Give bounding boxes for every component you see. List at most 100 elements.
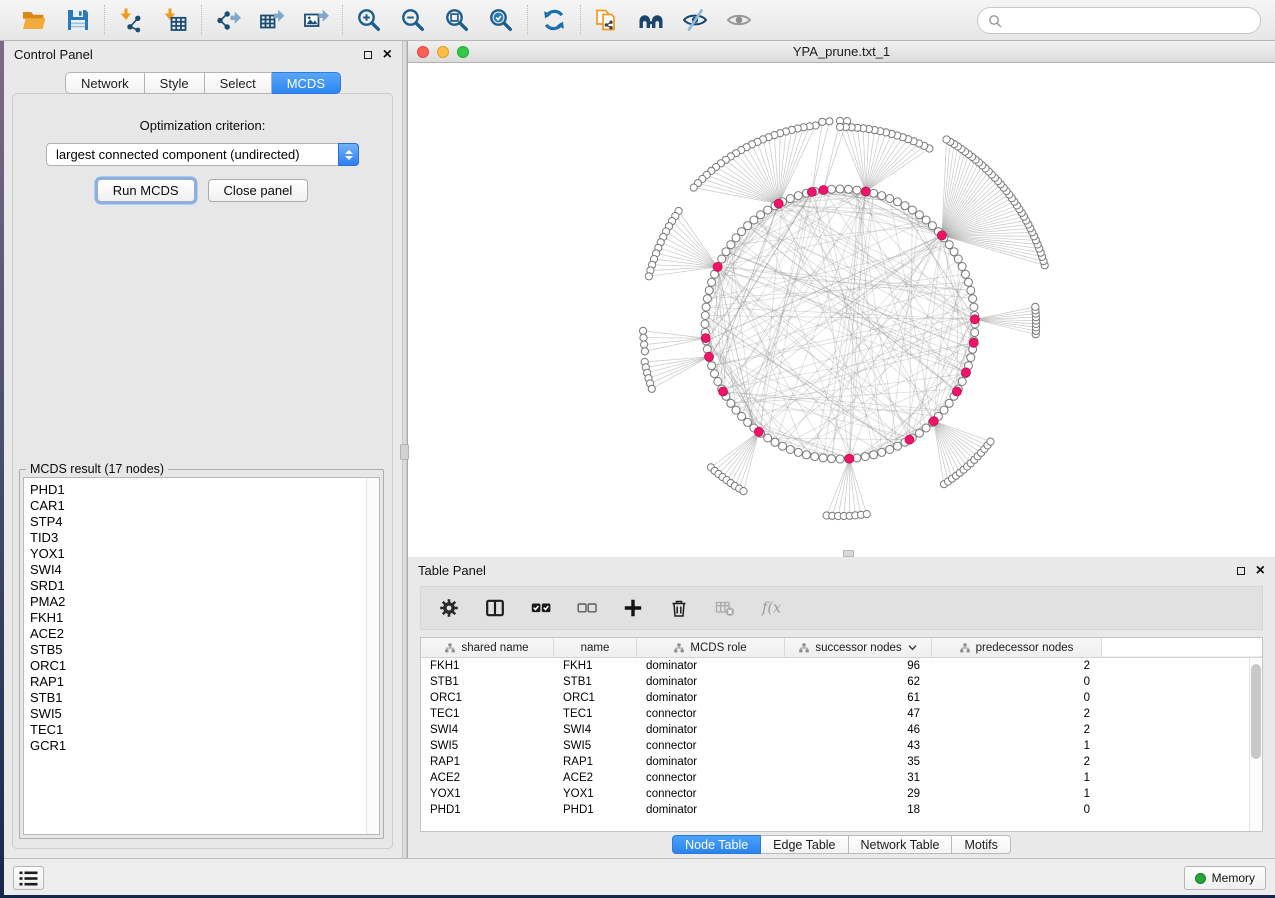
- cell: 1: [932, 788, 1102, 800]
- save-session-button[interactable]: [63, 4, 93, 36]
- import-network-button[interactable]: [116, 4, 146, 36]
- unselect-all-button[interactable]: [576, 597, 598, 619]
- cell: 0: [932, 676, 1102, 688]
- show-all-button[interactable]: [724, 4, 754, 36]
- import-table-button[interactable]: [160, 4, 190, 36]
- mcds-result-item[interactable]: RAP1: [24, 674, 379, 690]
- column-header-shared-name[interactable]: shared name: [421, 638, 554, 657]
- cell: TEC1: [554, 708, 637, 720]
- cell: ORC1: [554, 692, 637, 704]
- table-row[interactable]: RAP1RAP1dominator352: [421, 754, 1262, 770]
- add-column-button[interactable]: [622, 597, 644, 619]
- column-header-mcds-role[interactable]: MCDS role: [637, 638, 785, 657]
- gear-button[interactable]: [438, 597, 460, 619]
- first-neighbors-button[interactable]: [636, 4, 666, 36]
- mcds-result-item[interactable]: FKH1: [24, 610, 379, 626]
- mcds-result-item[interactable]: STB5: [24, 642, 379, 658]
- columns-button[interactable]: [484, 597, 506, 619]
- cell: dominator: [637, 676, 785, 688]
- cell: 62: [785, 676, 932, 688]
- main-toolbar-groups: [8, 4, 765, 36]
- mcds-result-item[interactable]: SWI5: [24, 706, 379, 722]
- table-row[interactable]: PHD1PHD1dominator180: [421, 802, 1262, 818]
- zoom-fit-button[interactable]: [442, 4, 472, 36]
- close-panel-button[interactable]: Close panel: [208, 179, 309, 202]
- tab-node-table[interactable]: Node Table: [672, 835, 761, 854]
- table-row[interactable]: TEC1TEC1connector472: [421, 706, 1262, 722]
- mcds-result-item[interactable]: CAR1: [24, 498, 379, 514]
- columns-icon: [485, 598, 505, 618]
- mcds-result-item[interactable]: SRD1: [24, 578, 379, 594]
- memory-button[interactable]: Memory: [1184, 866, 1266, 890]
- mcds-result-item[interactable]: TEC1: [24, 722, 379, 738]
- open-file-button[interactable]: [19, 4, 49, 36]
- table-row[interactable]: SWI5SWI5connector431: [421, 738, 1262, 754]
- zoom-out-button[interactable]: [398, 4, 428, 36]
- column-header-name[interactable]: name: [554, 638, 637, 657]
- search-box[interactable]: [977, 7, 1261, 34]
- table-row[interactable]: YOX1YOX1connector291: [421, 786, 1262, 802]
- tab-edge-table[interactable]: Edge Table: [761, 835, 848, 854]
- horizontal-splitter-handle[interactable]: [843, 550, 854, 557]
- export-image-button[interactable]: [301, 4, 331, 36]
- float-panel-icon[interactable]: [364, 51, 372, 59]
- mcds-result-item[interactable]: STB1: [24, 690, 379, 706]
- close-table-panel-icon[interactable]: ×: [1256, 566, 1265, 576]
- mcds-result-item[interactable]: SWI4: [24, 562, 379, 578]
- window-close-button[interactable]: [417, 46, 429, 58]
- cell: TEC1: [421, 708, 554, 720]
- network-graph[interactable]: [408, 63, 1275, 557]
- tab-mcds[interactable]: MCDS: [272, 72, 341, 94]
- float-table-panel-icon[interactable]: [1237, 567, 1245, 575]
- zoom-in-button[interactable]: [354, 4, 384, 36]
- mcds-result-item[interactable]: PMA2: [24, 594, 379, 610]
- delete-column-button[interactable]: [668, 597, 690, 619]
- tab-network-table[interactable]: Network Table: [849, 835, 953, 854]
- cell: 0: [932, 804, 1102, 816]
- open-file-icon: [21, 7, 47, 33]
- cell: 35: [785, 756, 932, 768]
- export-network-button[interactable]: [213, 4, 243, 36]
- refresh-view-button[interactable]: [539, 4, 569, 36]
- mcds-result-item[interactable]: YOX1: [24, 546, 379, 562]
- criterion-dropdown[interactable]: largest connected component (undirected): [46, 143, 359, 166]
- table-row[interactable]: STB1STB1dominator620: [421, 674, 1262, 690]
- column-header-predecessor-nodes[interactable]: predecessor nodes: [932, 638, 1102, 657]
- table-row[interactable]: SWI4SWI4dominator462: [421, 722, 1262, 738]
- table-row[interactable]: ACE2ACE2connector311: [421, 770, 1262, 786]
- network-canvas[interactable]: [408, 63, 1275, 557]
- run-mcds-button[interactable]: Run MCDS: [97, 179, 195, 202]
- mcds-list-scrollbar[interactable]: [366, 478, 379, 834]
- vertical-splitter-handle[interactable]: [400, 444, 409, 460]
- tab-select[interactable]: Select: [205, 72, 272, 94]
- cell: RAP1: [554, 756, 637, 768]
- mcds-result-item[interactable]: PHD1: [24, 482, 379, 498]
- search-input[interactable]: [1008, 12, 1250, 29]
- application-window: Control Panel × NetworkStyleSelectMCDS O…: [0, 0, 1275, 898]
- mcds-result-item[interactable]: ORC1: [24, 658, 379, 674]
- table-scrollbar-thumb[interactable]: [1251, 664, 1261, 759]
- tab-style[interactable]: Style: [145, 72, 205, 94]
- mcds-result-item[interactable]: ACE2: [24, 626, 379, 642]
- table-row[interactable]: FKH1FKH1dominator962: [421, 658, 1262, 674]
- zoom-fit-icon: [444, 7, 470, 33]
- window-zoom-button[interactable]: [457, 46, 469, 58]
- window-minimize-button[interactable]: [437, 46, 449, 58]
- select-all-button[interactable]: [530, 597, 552, 619]
- mcds-result-item[interactable]: GCR1: [24, 738, 379, 754]
- column-header-successor-nodes[interactable]: successor nodes: [785, 638, 932, 657]
- task-history-button[interactable]: [13, 866, 44, 890]
- mcds-result-item[interactable]: STP4: [24, 514, 379, 530]
- hide-selected-button[interactable]: [680, 4, 710, 36]
- cell: SWI4: [554, 724, 637, 736]
- export-table-button[interactable]: [257, 4, 287, 36]
- tab-network[interactable]: Network: [65, 72, 145, 94]
- table-row[interactable]: ORC1ORC1dominator610: [421, 690, 1262, 706]
- table-scrollbar[interactable]: [1249, 658, 1262, 831]
- mcds-result-item[interactable]: TID3: [24, 530, 379, 546]
- delete-table-icon: [715, 598, 735, 618]
- zoom-selected-button[interactable]: [486, 4, 516, 36]
- close-panel-icon[interactable]: ×: [383, 50, 392, 60]
- tab-motifs[interactable]: Motifs: [952, 835, 1010, 854]
- clone-network-button[interactable]: [592, 4, 622, 36]
